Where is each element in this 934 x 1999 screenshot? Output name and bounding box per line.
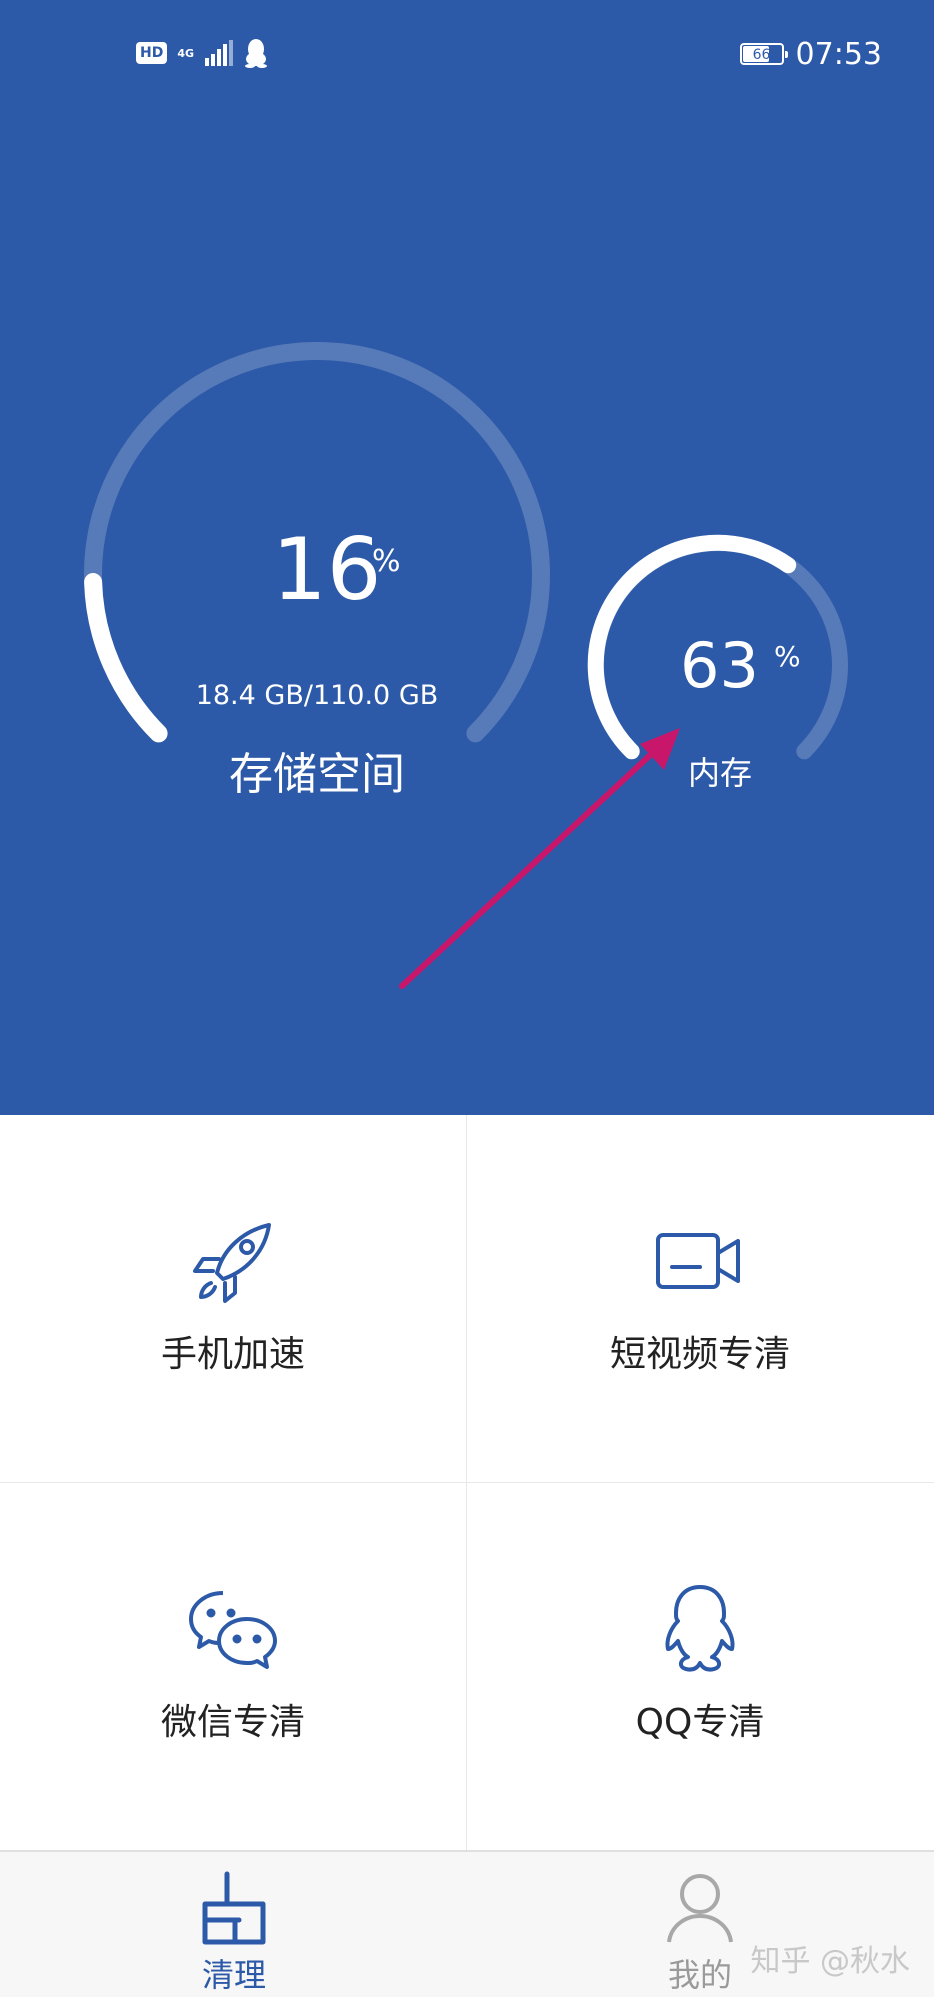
short-video-clean-button[interactable]: 短视频专清 (467, 1115, 933, 1482)
qq-penguin-icon (665, 1585, 735, 1672)
feature-grid: 手机加速 短视频专清 微信专清 QQ专清 (0, 1115, 934, 1850)
hero-panel: HD 4G 66 07:53 16 % 18.4 GB/110.0 GB 存储空… (0, 0, 934, 1115)
nav-tab-clean-label: 清理 (201, 1956, 266, 1994)
storage-percent: 16 (272, 520, 382, 620)
wechat-icon (189, 1591, 277, 1669)
memory-percent: 63 (680, 629, 759, 702)
rocket-icon (193, 1223, 271, 1303)
storage-detail: 18.4 GB/110.0 GB (195, 680, 439, 711)
broom-icon (202, 1871, 266, 1945)
wechat-clean-label: 微信专清 (160, 1702, 305, 1743)
video-camera-icon (656, 1233, 740, 1289)
short-video-clean-label: 短视频专清 (609, 1334, 790, 1375)
watermark: 知乎 @秋水 (750, 1944, 910, 1979)
phone-boost-button[interactable]: 手机加速 (0, 1115, 466, 1482)
qq-clean-button[interactable]: QQ专清 (467, 1483, 933, 1850)
gauges (84, 342, 848, 989)
qq-clean-label: QQ专清 (635, 1702, 765, 1743)
storage-percent-sign: % (372, 544, 401, 579)
memory-percent-sign: % (774, 640, 801, 673)
nav-tab-clean[interactable]: 清理 (84, 1852, 384, 1999)
wechat-clean-button[interactable]: 微信专清 (0, 1483, 466, 1850)
user-icon (667, 1874, 733, 1943)
phone-boost-label: 手机加速 (160, 1334, 305, 1375)
storage-label[interactable]: 存储空间 (0, 738, 634, 802)
memory-label[interactable]: 内存 (620, 748, 820, 794)
